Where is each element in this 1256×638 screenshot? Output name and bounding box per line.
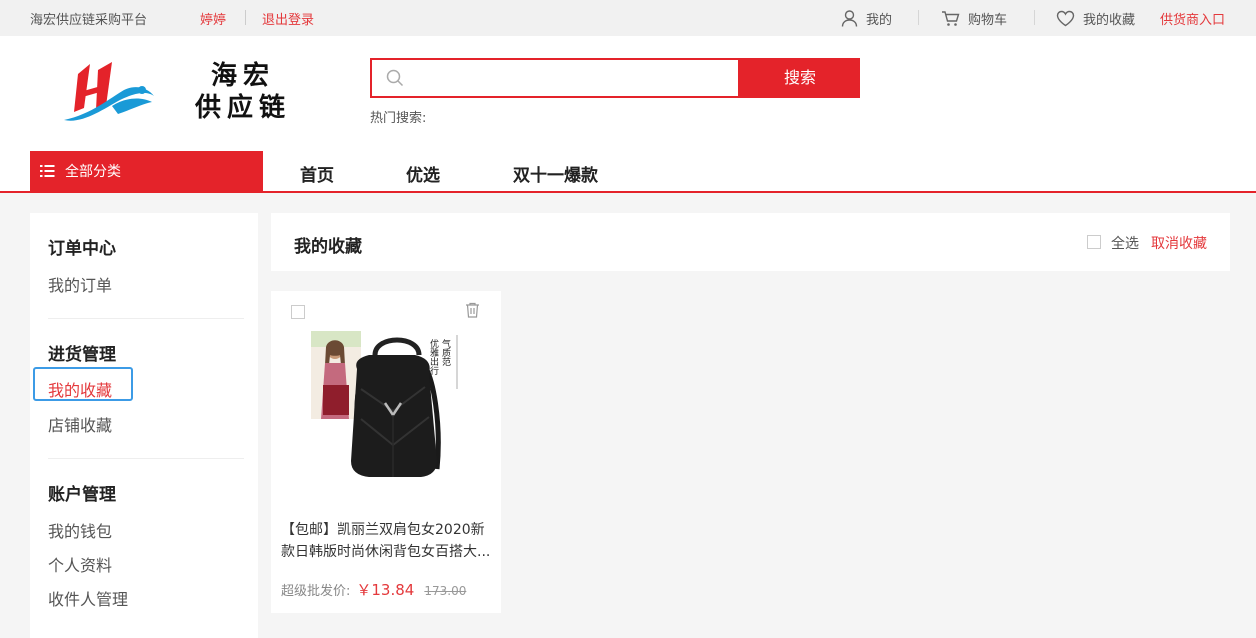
- product-name[interactable]: 【包邮】凯丽兰双肩包女2020新款日韩版时尚休闲背包女百搭大...: [281, 519, 493, 563]
- username-link[interactable]: 婷婷: [200, 9, 226, 28]
- cancel-favorite-button[interactable]: 取消收藏: [1151, 233, 1207, 253]
- sidebar-item-profile[interactable]: 个人资料: [48, 552, 112, 576]
- divider: [918, 10, 919, 25]
- all-categories-label: 全部分类: [65, 164, 121, 180]
- my-account-label: 我的: [866, 13, 893, 28]
- product-card[interactable]: 优雅出行 气质范 【包邮】凯丽兰双肩包女2020新款日韩版时尚休闲背包女百搭大.…: [271, 291, 501, 613]
- main-nav: 全部分类 首页 优选 双十一爆款: [0, 151, 1256, 193]
- sidebar-item-shop-favorites[interactable]: 店铺收藏: [48, 412, 112, 436]
- supplier-entry-link[interactable]: 供货商入口: [1160, 9, 1225, 28]
- cart-label: 购物车: [968, 13, 1008, 28]
- select-all-checkbox[interactable]: [1087, 235, 1101, 249]
- sidebar-divider: [48, 318, 244, 319]
- heart-icon: [1056, 10, 1075, 27]
- nav-item-double-eleven[interactable]: 双十一爆款: [513, 161, 598, 186]
- divider: [245, 10, 246, 25]
- search-icon: [386, 69, 404, 87]
- product-checkbox[interactable]: [291, 305, 305, 319]
- nav-item-home[interactable]: 首页: [300, 161, 334, 186]
- sidebar-item-my-orders[interactable]: 我的订单: [48, 272, 112, 296]
- brand-line-1: 海宏: [210, 61, 275, 91]
- wholesale-price: ￥13.84: [356, 581, 415, 599]
- sidebar-item-my-favorites[interactable]: 我的收藏: [48, 377, 112, 401]
- product-image[interactable]: 优雅出行 气质范: [311, 329, 466, 479]
- header: 海宏 供应链 搜索 热门搜索:: [0, 36, 1256, 151]
- favorites-label: 我的收藏: [1083, 13, 1136, 28]
- price-label: 超级批发价:: [281, 584, 351, 599]
- price-row: 超级批发价: ￥13.84 173.00: [281, 579, 466, 600]
- logo-mark-icon: [64, 62, 154, 121]
- select-all-label[interactable]: 全选: [1111, 233, 1139, 253]
- trash-icon[interactable]: [465, 302, 480, 318]
- all-categories-button[interactable]: 全部分类: [30, 151, 263, 191]
- top-bar: 海宏供应链采购平台 婷婷 退出登录 我的 购物车 我的收藏 供货商入口: [0, 0, 1256, 36]
- search-button[interactable]: 搜索: [740, 58, 860, 98]
- user-icon: [841, 10, 858, 27]
- sidebar-item-recipients[interactable]: 收件人管理: [48, 586, 128, 610]
- favorites-header: 我的收藏 全选 取消收藏: [271, 213, 1230, 271]
- sidebar-divider: [48, 458, 244, 459]
- hot-search-label: 热门搜索:: [370, 111, 427, 126]
- favorites-link[interactable]: 我的收藏: [1056, 9, 1135, 28]
- sidebar-item-wallet[interactable]: 我的钱包: [48, 518, 112, 542]
- sidebar-group-title: 订单中心: [48, 239, 116, 259]
- image-caption-1: 优雅出行: [428, 338, 439, 376]
- nav-item-featured[interactable]: 优选: [406, 161, 440, 186]
- divider: [1034, 10, 1035, 25]
- logout-link[interactable]: 退出登录: [262, 9, 314, 28]
- site-name: 海宏供应链采购平台: [30, 13, 148, 28]
- cart-link[interactable]: 购物车: [941, 9, 1007, 28]
- logo[interactable]: 海宏 供应链: [62, 60, 302, 130]
- brand-name: 海宏 供应链: [188, 60, 298, 124]
- sidebar: 订单中心 我的订单 进货管理 我的收藏 店铺收藏 账户管理 我的钱包 个人资料 …: [30, 213, 258, 638]
- list-icon: [40, 165, 55, 177]
- sidebar-group-title: 账户管理: [48, 485, 116, 505]
- image-caption-2: 气质范: [440, 338, 451, 367]
- original-price: 173.00: [424, 584, 467, 598]
- search-box: [370, 58, 740, 98]
- cart-icon: [942, 11, 960, 26]
- page-title: 我的收藏: [294, 237, 362, 257]
- my-account-link[interactable]: 我的: [841, 9, 892, 28]
- sidebar-group-title: 进货管理: [48, 345, 116, 365]
- search-input[interactable]: [412, 66, 722, 90]
- brand-line-2: 供应链: [194, 93, 291, 123]
